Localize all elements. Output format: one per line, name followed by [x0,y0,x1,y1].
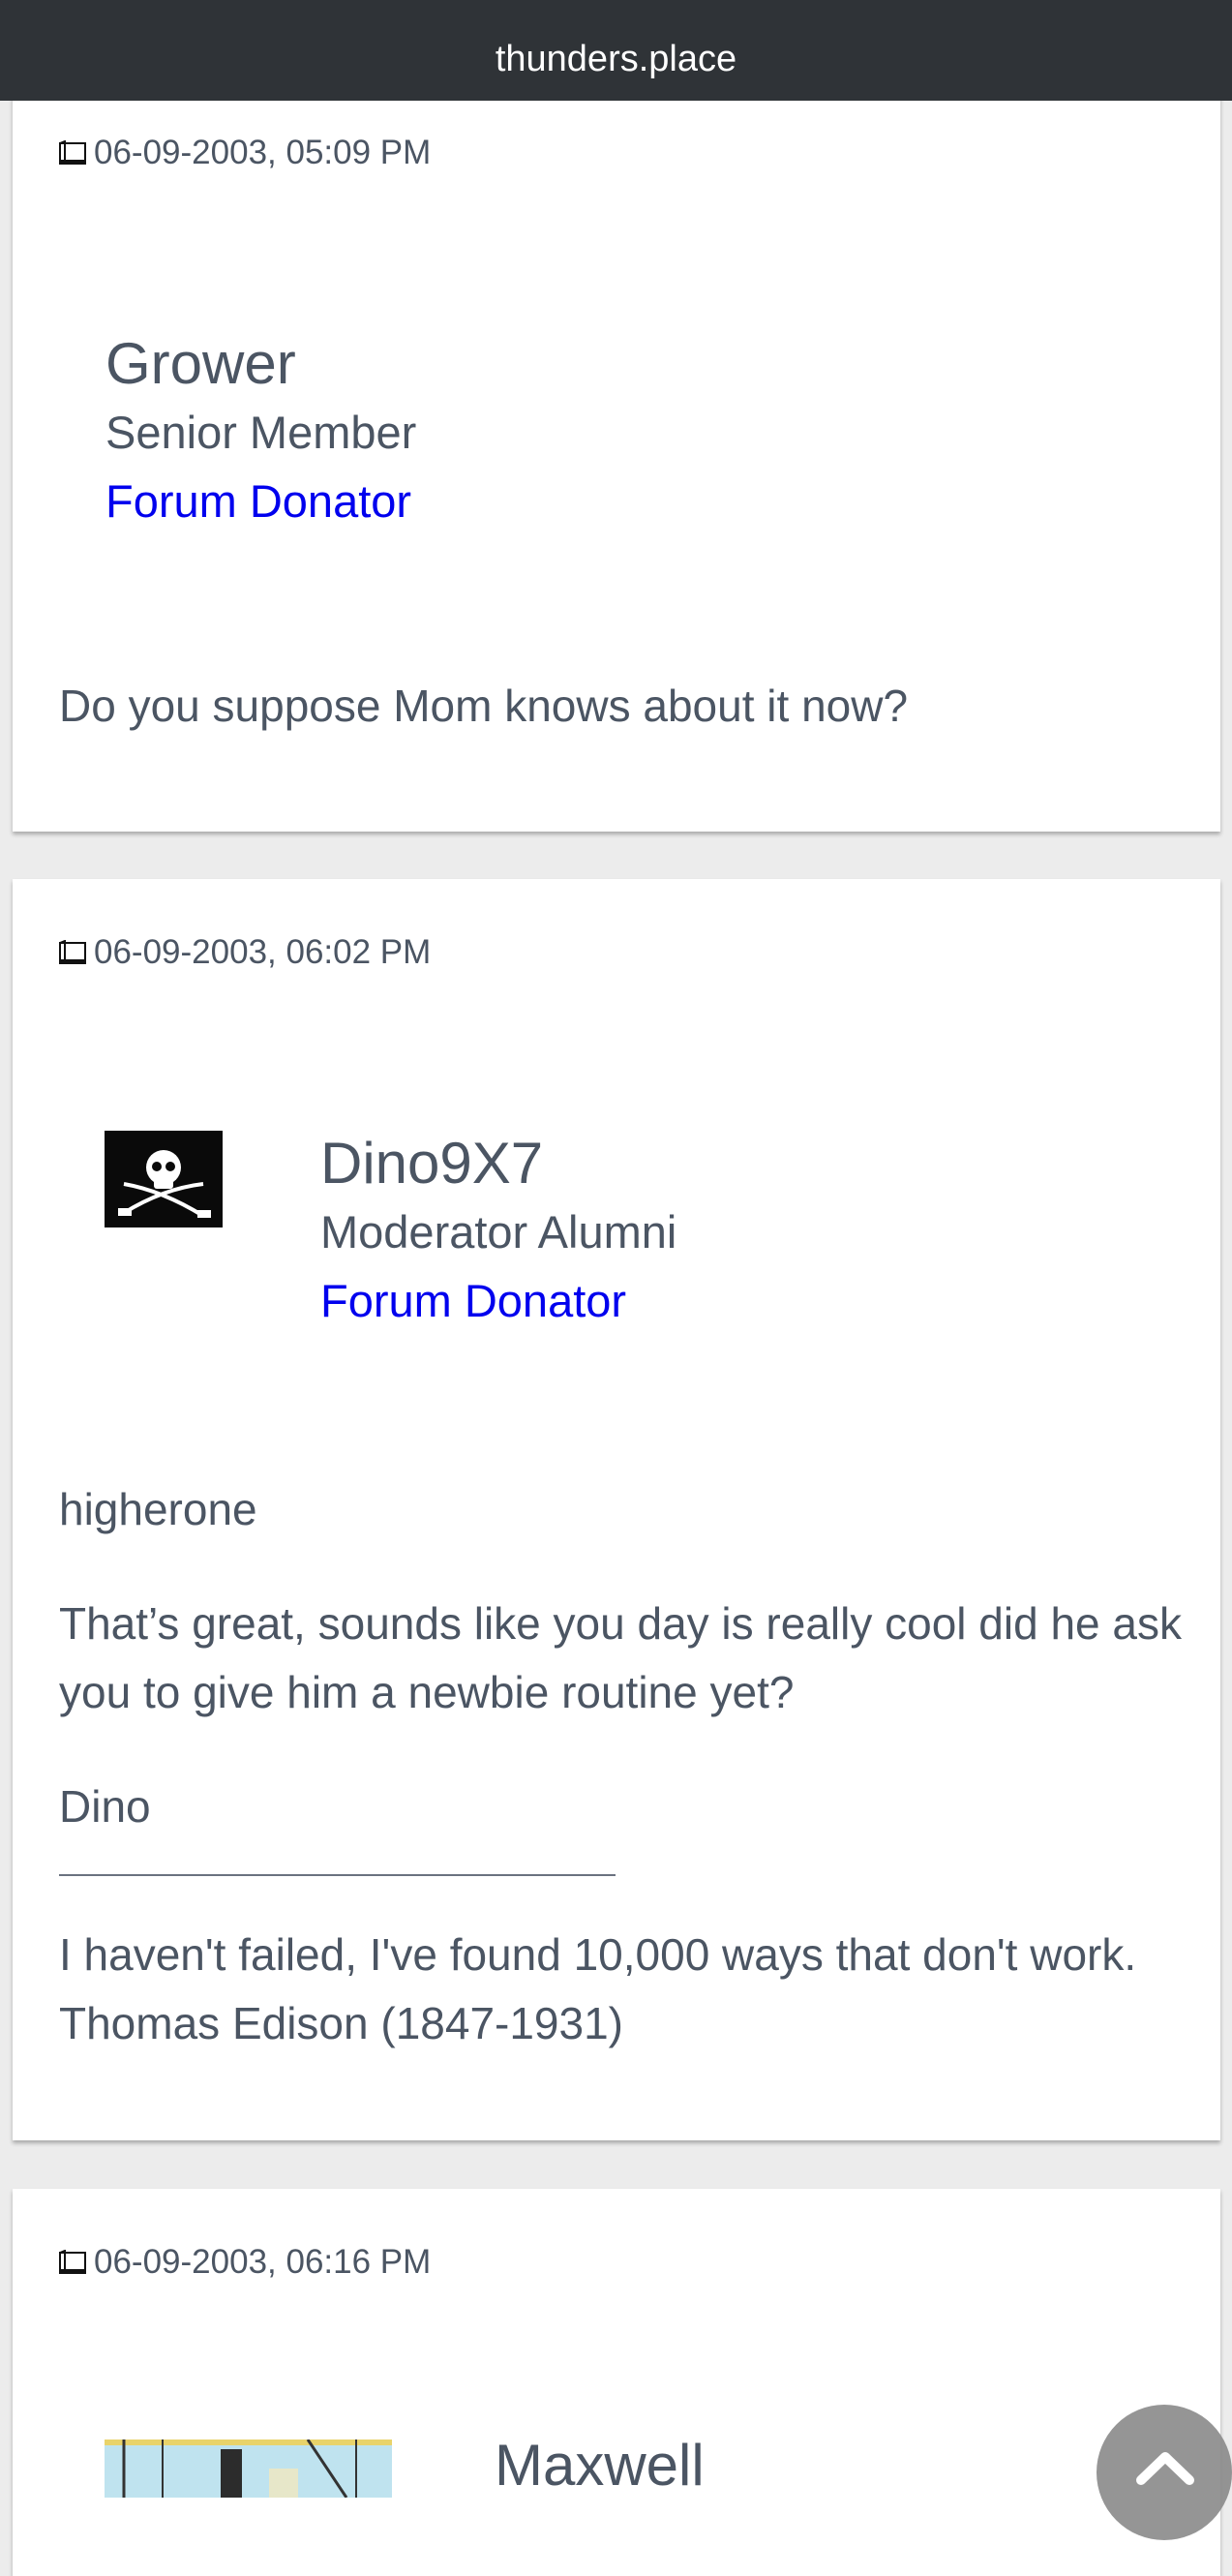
post-date-text: 06-09-2003, 05:09 PM [94,134,432,171]
signature-divider [59,1874,616,1876]
donator-badge[interactable]: Forum Donator [320,1266,676,1336]
post: 06-09-2003, 06:02 PM Dino9X7 Moderator A… [13,879,1220,2140]
post: 06-09-2003, 05:09 PM Grower Senior Membe… [13,91,1220,832]
pirate-flag-avatar[interactable] [105,1131,223,1227]
scroll-top-icon [1136,2452,1194,2485]
post-message: higherone That’s great, sounds like you … [59,1475,1182,2058]
signature-text: I haven't failed, I've found 10,000 ways… [59,1929,1137,2048]
browser-address-bar[interactable]: thunders.place [0,0,1232,101]
post-message: Do you suppose Mom knows about it now? [59,672,1182,741]
url-text: thunders.place [495,39,737,79]
message-text: That’s great, sounds like you day is rea… [59,1598,1182,1717]
user-info: Maxwell [495,2431,705,2500]
post: 06-09-2003, 06:16 PM Maxwell [13,2189,1220,2576]
message-text: Dino [59,1781,151,1832]
comic-avatar[interactable] [105,2440,392,2498]
username-link[interactable]: Maxwell [495,2431,705,2500]
post-icon [59,140,86,166]
post-date-text: 06-09-2003, 06:02 PM [94,933,432,971]
post-date: 06-09-2003, 06:16 PM [59,2243,431,2282]
user-info: Grower Senior Member Forum Donator [105,329,416,536]
username-link[interactable]: Grower [105,329,416,399]
user-title: Moderator Alumni [320,1206,677,1258]
username-link[interactable]: Dino9X7 [320,1129,676,1198]
message-text: higherone [59,1484,257,1534]
post-icon [59,940,86,965]
post-date: 06-09-2003, 05:09 PM [59,134,431,172]
donator-badge[interactable]: Forum Donator [105,467,416,536]
post-date-text: 06-09-2003, 06:16 PM [94,2243,432,2281]
scroll-to-top-button[interactable] [1097,2405,1232,2540]
post-date: 06-09-2003, 06:02 PM [59,933,431,972]
user-info: Dino9X7 Moderator Alumni Forum Donator [320,1129,676,1336]
user-title: Senior Member [105,407,417,458]
post-icon [59,2250,86,2275]
message-text: Do you suppose Mom knows about it now? [59,681,909,731]
